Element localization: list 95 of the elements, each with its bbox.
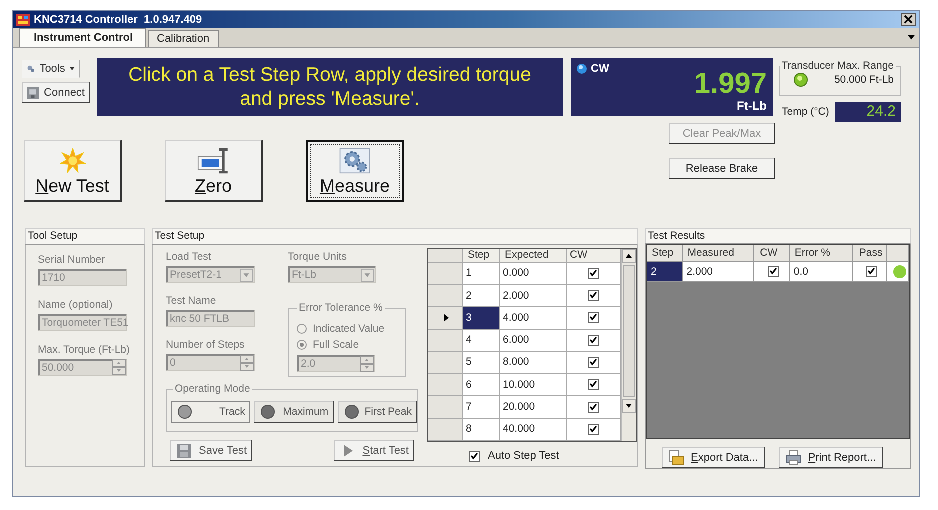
indicator-light-icon [577, 64, 587, 74]
table-cell[interactable]: 2.000 [682, 262, 754, 282]
table-cell[interactable]: 4.000 [500, 307, 567, 330]
checkbox[interactable] [588, 312, 599, 324]
export-data-button[interactable]: Export Data... [662, 447, 766, 468]
panel-title: Test Setup [155, 230, 205, 242]
zero-button[interactable]: Zero [165, 140, 263, 202]
mode-button[interactable]: First Peak [338, 401, 417, 423]
caret-icon [240, 268, 253, 282]
mode-button[interactable]: Maximum [254, 401, 334, 423]
spinner-arrows-icon [360, 356, 374, 372]
table-cell[interactable]: 7 [463, 396, 500, 419]
checkbox[interactable] [588, 290, 599, 302]
tab[interactable]: Calibration [148, 30, 219, 47]
checkbox[interactable] [588, 268, 599, 279]
instruction-message: Click on a Test Step Row, apply desired torque and press 'Measure'. [97, 58, 563, 116]
field-label: Number of Steps [166, 339, 246, 352]
print-report-button[interactable]: Print Report... [779, 447, 884, 468]
table-cell[interactable]: 10.000 [500, 374, 567, 396]
tools-menu-button[interactable]: Tools [22, 60, 80, 78]
table-cell[interactable]: 8.000 [500, 352, 567, 374]
status-dot [892, 264, 907, 278]
table-cell[interactable]: 8 [463, 418, 500, 441]
panel-title: Test Results [648, 230, 706, 242]
window-title: KNC3714 Controller 1.0.947.409 [34, 14, 204, 26]
panel-title: Tool Setup [28, 230, 78, 242]
measure-button[interactable]: Measure [306, 140, 404, 202]
table-cell[interactable]: 3 [463, 307, 500, 330]
close-icon [904, 15, 913, 24]
radio-button[interactable] [297, 340, 307, 350]
table-cell[interactable]: 2 [647, 262, 683, 282]
folder-icon [669, 450, 685, 466]
status-light-icon [794, 73, 808, 87]
checkbox-label: Auto Step Test [488, 450, 560, 462]
radio-label: Full Scale [313, 339, 360, 351]
row-header[interactable] [428, 307, 463, 330]
direction-label: CW [591, 63, 610, 75]
checkbox[interactable] [588, 356, 599, 368]
field-label: Serial Number [38, 254, 106, 267]
row-pointer-icon [444, 314, 449, 322]
save-test-button[interactable]: Save Test [170, 440, 252, 461]
table-cell[interactable]: 5 [463, 352, 500, 374]
checkbox[interactable] [866, 266, 878, 277]
scroll-up-icon[interactable] [622, 249, 636, 263]
checkbox[interactable] [588, 334, 599, 346]
mode-button[interactable]: Track [171, 401, 250, 423]
temperature-label: Temp (°C) [782, 106, 830, 118]
max-range-value: 50.000 Ft-Lb [834, 74, 894, 86]
connect-button[interactable]: Connect [22, 82, 90, 103]
scrollbar[interactable] [621, 249, 636, 441]
scroll-down-icon[interactable] [622, 399, 636, 413]
group-title: Transducer Max. Range [780, 60, 896, 72]
field-label: Name (optional) [38, 299, 114, 312]
release-brake-button[interactable]: Release Brake [669, 158, 775, 179]
table-cell[interactable]: 1 [463, 262, 500, 285]
table-cell[interactable]: 6 [463, 374, 500, 396]
field-label: Load Test [166, 251, 212, 264]
spinner-arrows-icon [112, 358, 126, 374]
dropdown-arrow-icon[interactable] [908, 35, 915, 40]
radio-button[interactable] [297, 324, 307, 334]
temperature-value: 24.2 [835, 102, 901, 122]
star-icon [60, 148, 86, 174]
checkbox[interactable] [469, 450, 480, 462]
app-icon [16, 14, 30, 26]
table-cell[interactable]: 20.000 [500, 396, 567, 419]
field-label: Torque Units [288, 251, 348, 264]
field-label: Test Name [166, 295, 218, 308]
checkbox[interactable] [588, 402, 599, 413]
tab[interactable]: Instrument Control [19, 28, 146, 47]
table-cell[interactable]: 0.000 [500, 262, 567, 285]
caret-icon [361, 268, 374, 282]
table-cell[interactable]: 2.000 [500, 285, 567, 308]
group-title: Error Tolerance % [297, 302, 385, 314]
spinner-arrows-icon [240, 355, 254, 371]
group-title: Operating Mode [173, 383, 252, 395]
torque-value: 1.997 [694, 68, 767, 100]
led-icon [178, 405, 192, 419]
led-icon [344, 405, 359, 419]
table-cell[interactable]: 40.000 [500, 418, 567, 441]
printer-icon [786, 450, 802, 466]
caret-icon [70, 67, 75, 71]
radio-label: Indicated Value [313, 323, 385, 335]
table-cell[interactable]: 2 [463, 285, 500, 308]
checkbox[interactable] [588, 424, 599, 435]
table-cell[interactable]: 6.000 [500, 330, 567, 352]
checkbox[interactable] [768, 266, 780, 277]
torque-unit: Ft-Lb [737, 100, 767, 113]
checkbox[interactable] [588, 379, 599, 390]
table-cell[interactable]: 4 [463, 330, 500, 352]
start-test-button[interactable]: Start Test [334, 440, 414, 461]
led-icon [261, 405, 276, 419]
table-cell[interactable]: 0.0 [790, 262, 854, 282]
new-button[interactable]: New Test [24, 140, 122, 202]
field-label: Max. Torque (Ft-Lb) [38, 344, 132, 357]
close-button[interactable] [901, 13, 916, 26]
